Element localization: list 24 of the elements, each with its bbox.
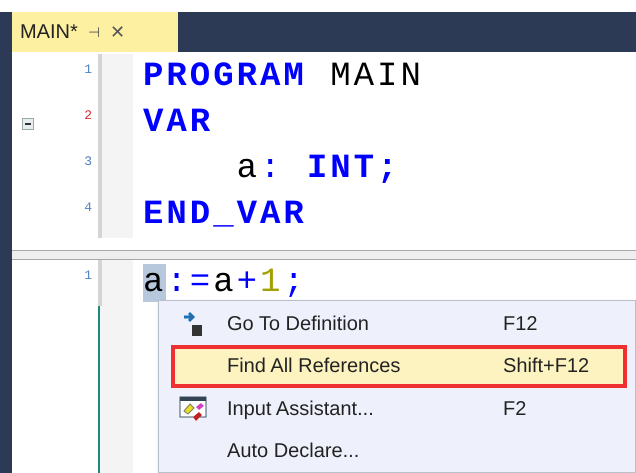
menu-item[interactable]: Auto Declare... bbox=[159, 430, 635, 472]
menu-item[interactable]: Go To Definition F12 bbox=[159, 303, 635, 346]
code-line: a:=a+1; bbox=[142, 263, 307, 303]
code-line: PROGRAM MAIN bbox=[142, 57, 424, 97]
line-number: 1 bbox=[84, 267, 92, 285]
shortcut-label: F12 bbox=[503, 312, 538, 338]
close-button[interactable]: ✕ bbox=[110, 18, 125, 46]
line-number: 4 bbox=[84, 199, 92, 217]
line-number: 2 bbox=[84, 107, 92, 125]
line-number: 3 bbox=[84, 153, 92, 171]
pin-button[interactable]: ⊣ bbox=[88, 22, 100, 42]
code-line: a: INT; bbox=[236, 149, 400, 189]
menu-item[interactable]: Input Assistant... F2 bbox=[159, 388, 635, 430]
collapse-icon[interactable] bbox=[22, 118, 34, 130]
code-line: END_VAR bbox=[142, 195, 307, 235]
margin-strip bbox=[102, 192, 133, 238]
shortcut-label: Shift+F12 bbox=[503, 354, 590, 380]
editor-tab[interactable]: MAIN* ⊣ ✕ bbox=[12, 12, 178, 52]
menu-item[interactable]: Find All References Shift+F12 bbox=[171, 345, 627, 388]
shortcut-label: F2 bbox=[503, 396, 526, 422]
input-assistant-icon bbox=[179, 394, 207, 423]
code-line: VAR bbox=[142, 103, 214, 143]
line-number: 1 bbox=[84, 61, 92, 79]
arrow-into-square-icon bbox=[182, 311, 204, 338]
